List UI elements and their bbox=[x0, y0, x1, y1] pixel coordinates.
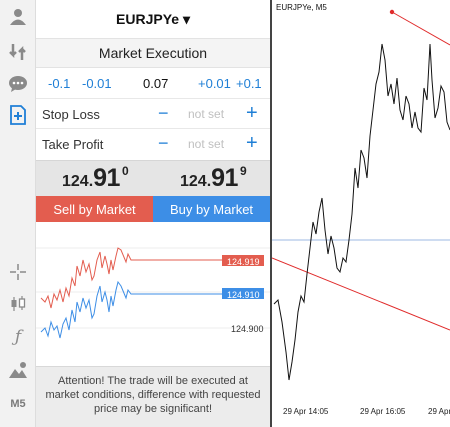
volume-minus-0.01-button[interactable]: -0.01 bbox=[82, 76, 112, 91]
time-label-1: 29 Apr 14:05 bbox=[283, 407, 329, 416]
volume-plus-0.01-button[interactable]: +0.01 bbox=[198, 76, 231, 91]
ask-price-tag-label: 124.919 bbox=[227, 257, 260, 267]
price-level-label: 124.900 bbox=[231, 324, 264, 334]
bid-price-prefix: 124. bbox=[62, 173, 94, 190]
execution-warning: Attention! The trade will be executed at… bbox=[36, 366, 270, 427]
sell-by-market-button[interactable]: Sell by Market bbox=[36, 196, 153, 222]
take-profit-field[interactable]: not set bbox=[188, 137, 224, 151]
ask-tick-line bbox=[40, 247, 222, 309]
take-profit-row: Take Profit − not set + bbox=[36, 128, 270, 158]
execution-type[interactable]: Market Execution bbox=[36, 38, 270, 68]
bid-tick-line bbox=[40, 280, 222, 339]
price-chart[interactable]: EURJPYe, M5 29 Apr 14:05 29 Apr 16:05 29… bbox=[270, 0, 450, 427]
bid-price-fraction: 0 bbox=[121, 164, 129, 178]
buy-by-market-button[interactable]: Buy by Market bbox=[153, 196, 270, 222]
volume-plus-0.1-button[interactable]: +0.1 bbox=[236, 76, 262, 91]
ask-price-prefix: 124. bbox=[180, 173, 212, 190]
bid-price-tag-label: 124.910 bbox=[227, 290, 260, 300]
stop-loss-plus-button[interactable]: + bbox=[246, 102, 258, 125]
stop-loss-minus-button[interactable]: − bbox=[158, 103, 169, 124]
new-order-icon[interactable] bbox=[6, 103, 30, 127]
bid-price: 124.91 0 bbox=[62, 164, 129, 193]
volume-row: -0.1 -0.01 0.07 +0.01 +0.1 bbox=[36, 68, 270, 98]
left-toolbar: ƒ M5 bbox=[0, 0, 36, 427]
take-profit-plus-button[interactable]: + bbox=[246, 132, 258, 155]
ask-price-pips: 91 bbox=[211, 164, 238, 192]
stop-loss-label: Stop Loss bbox=[42, 107, 100, 122]
trendline-lower bbox=[272, 257, 450, 331]
volume-minus-0.1-button[interactable]: -0.1 bbox=[48, 76, 70, 91]
take-profit-label: Take Profit bbox=[42, 137, 104, 152]
objects-icon[interactable] bbox=[6, 358, 30, 382]
bid-price-pips: 91 bbox=[93, 164, 120, 192]
candles-icon[interactable] bbox=[6, 292, 30, 316]
tick-chart: 124.919 124.910 124.900 bbox=[36, 230, 270, 360]
ask-price-fraction: 9 bbox=[239, 164, 247, 178]
crosshair-icon[interactable] bbox=[6, 260, 30, 284]
timeframe-button[interactable]: M5 bbox=[6, 392, 30, 416]
stop-loss-field[interactable]: not set bbox=[188, 107, 224, 121]
time-label-2: 29 Apr 16:05 bbox=[360, 407, 406, 416]
order-panel: EURJPYe ▾ Market Execution -0.1 -0.01 0.… bbox=[36, 0, 270, 427]
volume-value[interactable]: 0.07 bbox=[143, 76, 168, 91]
stop-loss-row: Stop Loss − not set + bbox=[36, 98, 270, 128]
trendline-upper bbox=[391, 11, 450, 46]
trendline-anchor bbox=[389, 9, 395, 15]
price-line bbox=[273, 43, 450, 381]
symbol-selector[interactable]: EURJPYe ▾ bbox=[36, 0, 270, 38]
take-profit-minus-button[interactable]: − bbox=[158, 133, 169, 154]
price-bar: 124.91 0 124.91 9 bbox=[36, 160, 270, 196]
transfer-icon[interactable] bbox=[6, 40, 30, 64]
chat-icon[interactable] bbox=[6, 72, 30, 96]
function-icon[interactable]: ƒ bbox=[6, 325, 30, 349]
user-icon[interactable] bbox=[6, 5, 30, 29]
ask-price: 124.91 9 bbox=[180, 164, 247, 193]
time-label-3: 29 Apr bbox=[428, 407, 450, 416]
